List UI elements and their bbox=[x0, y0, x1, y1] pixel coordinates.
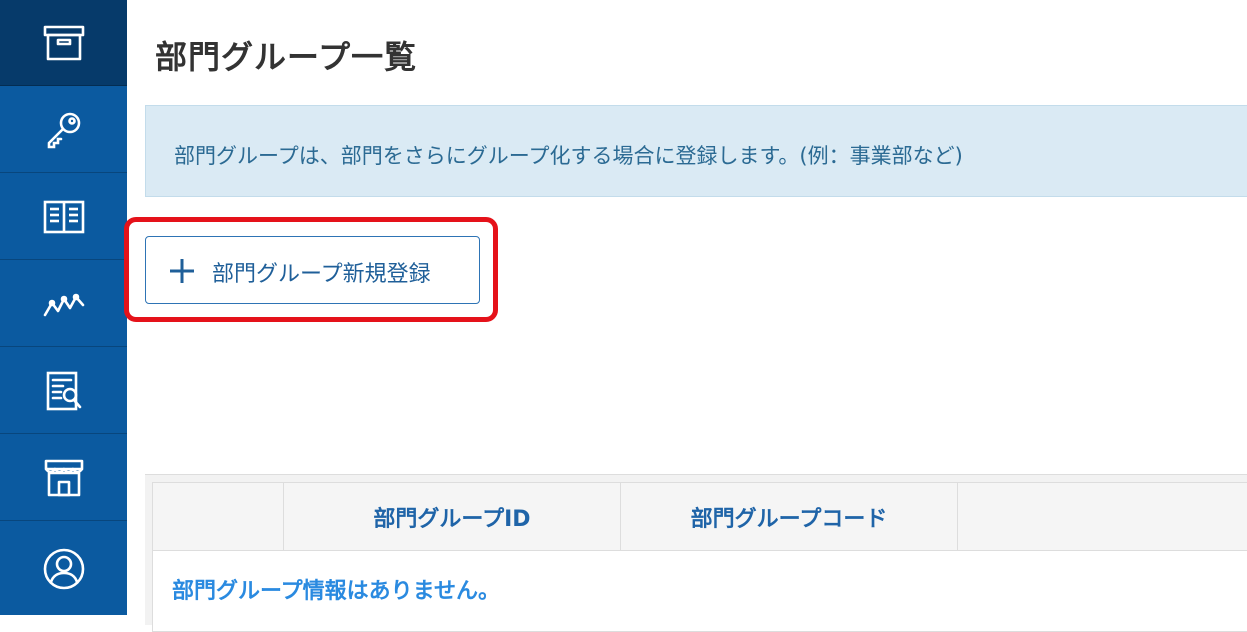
line-chart-icon bbox=[43, 293, 84, 316]
empty-message: 部門グループ情報はありません。 bbox=[172, 579, 501, 604]
table-container: 部門グループID 部門グループコード 部門グループ情報はありません。 bbox=[145, 474, 1247, 632]
add-button-label: 部門グループ新規登録 bbox=[212, 262, 431, 287]
sidebar-item-report[interactable] bbox=[0, 348, 127, 434]
column-header-select bbox=[153, 483, 284, 550]
sidebar-item-store[interactable] bbox=[0, 435, 127, 521]
sidebar-item-key[interactable] bbox=[0, 87, 127, 173]
store-icon bbox=[44, 459, 83, 496]
archive-box-icon bbox=[43, 25, 84, 60]
column-header-group-code[interactable]: 部門グループコード bbox=[621, 483, 958, 550]
column-header-group-id[interactable]: 部門グループID bbox=[284, 483, 621, 550]
sidebar-item-chart[interactable] bbox=[0, 261, 127, 347]
sidebar bbox=[0, 0, 127, 615]
department-group-table: 部門グループID 部門グループコード 部門グループ情報はありません。 bbox=[152, 482, 1247, 632]
book-icon bbox=[43, 200, 84, 233]
sidebar-item-user[interactable] bbox=[0, 522, 127, 615]
info-text: 部門グループは、部門をさらにグループ化する場合に登録します。(例：事業部など) bbox=[174, 144, 963, 168]
info-box: 部門グループは、部門をさらにグループ化する場合に登録します。(例：事業部など) bbox=[145, 105, 1247, 197]
key-icon bbox=[47, 112, 80, 148]
page-title: 部門グループ一覧 bbox=[155, 38, 418, 76]
column-header-extra bbox=[958, 483, 1247, 550]
table-header: 部門グループID 部門グループコード bbox=[153, 483, 1247, 551]
user-icon bbox=[43, 548, 84, 589]
report-search-icon bbox=[46, 371, 81, 410]
plus-icon bbox=[170, 259, 194, 283]
add-department-group-button[interactable]: 部門グループ新規登録 bbox=[145, 236, 480, 304]
sidebar-item-book[interactable] bbox=[0, 174, 127, 260]
sidebar-item-archive[interactable] bbox=[0, 0, 127, 86]
